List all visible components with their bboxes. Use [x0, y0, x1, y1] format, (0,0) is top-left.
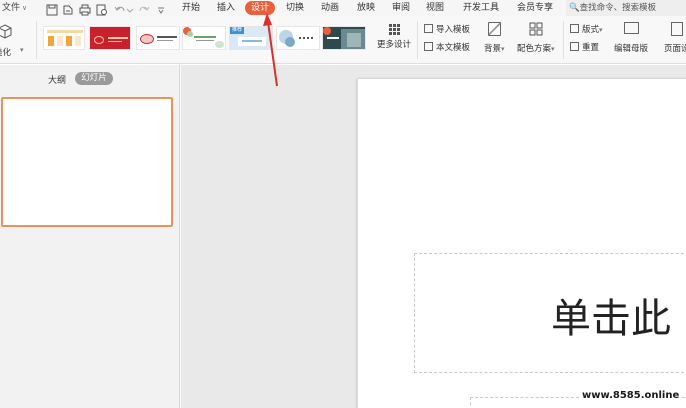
- annotation-arrow: [263, 13, 278, 87]
- watermark: www.8585.online: [580, 389, 682, 402]
